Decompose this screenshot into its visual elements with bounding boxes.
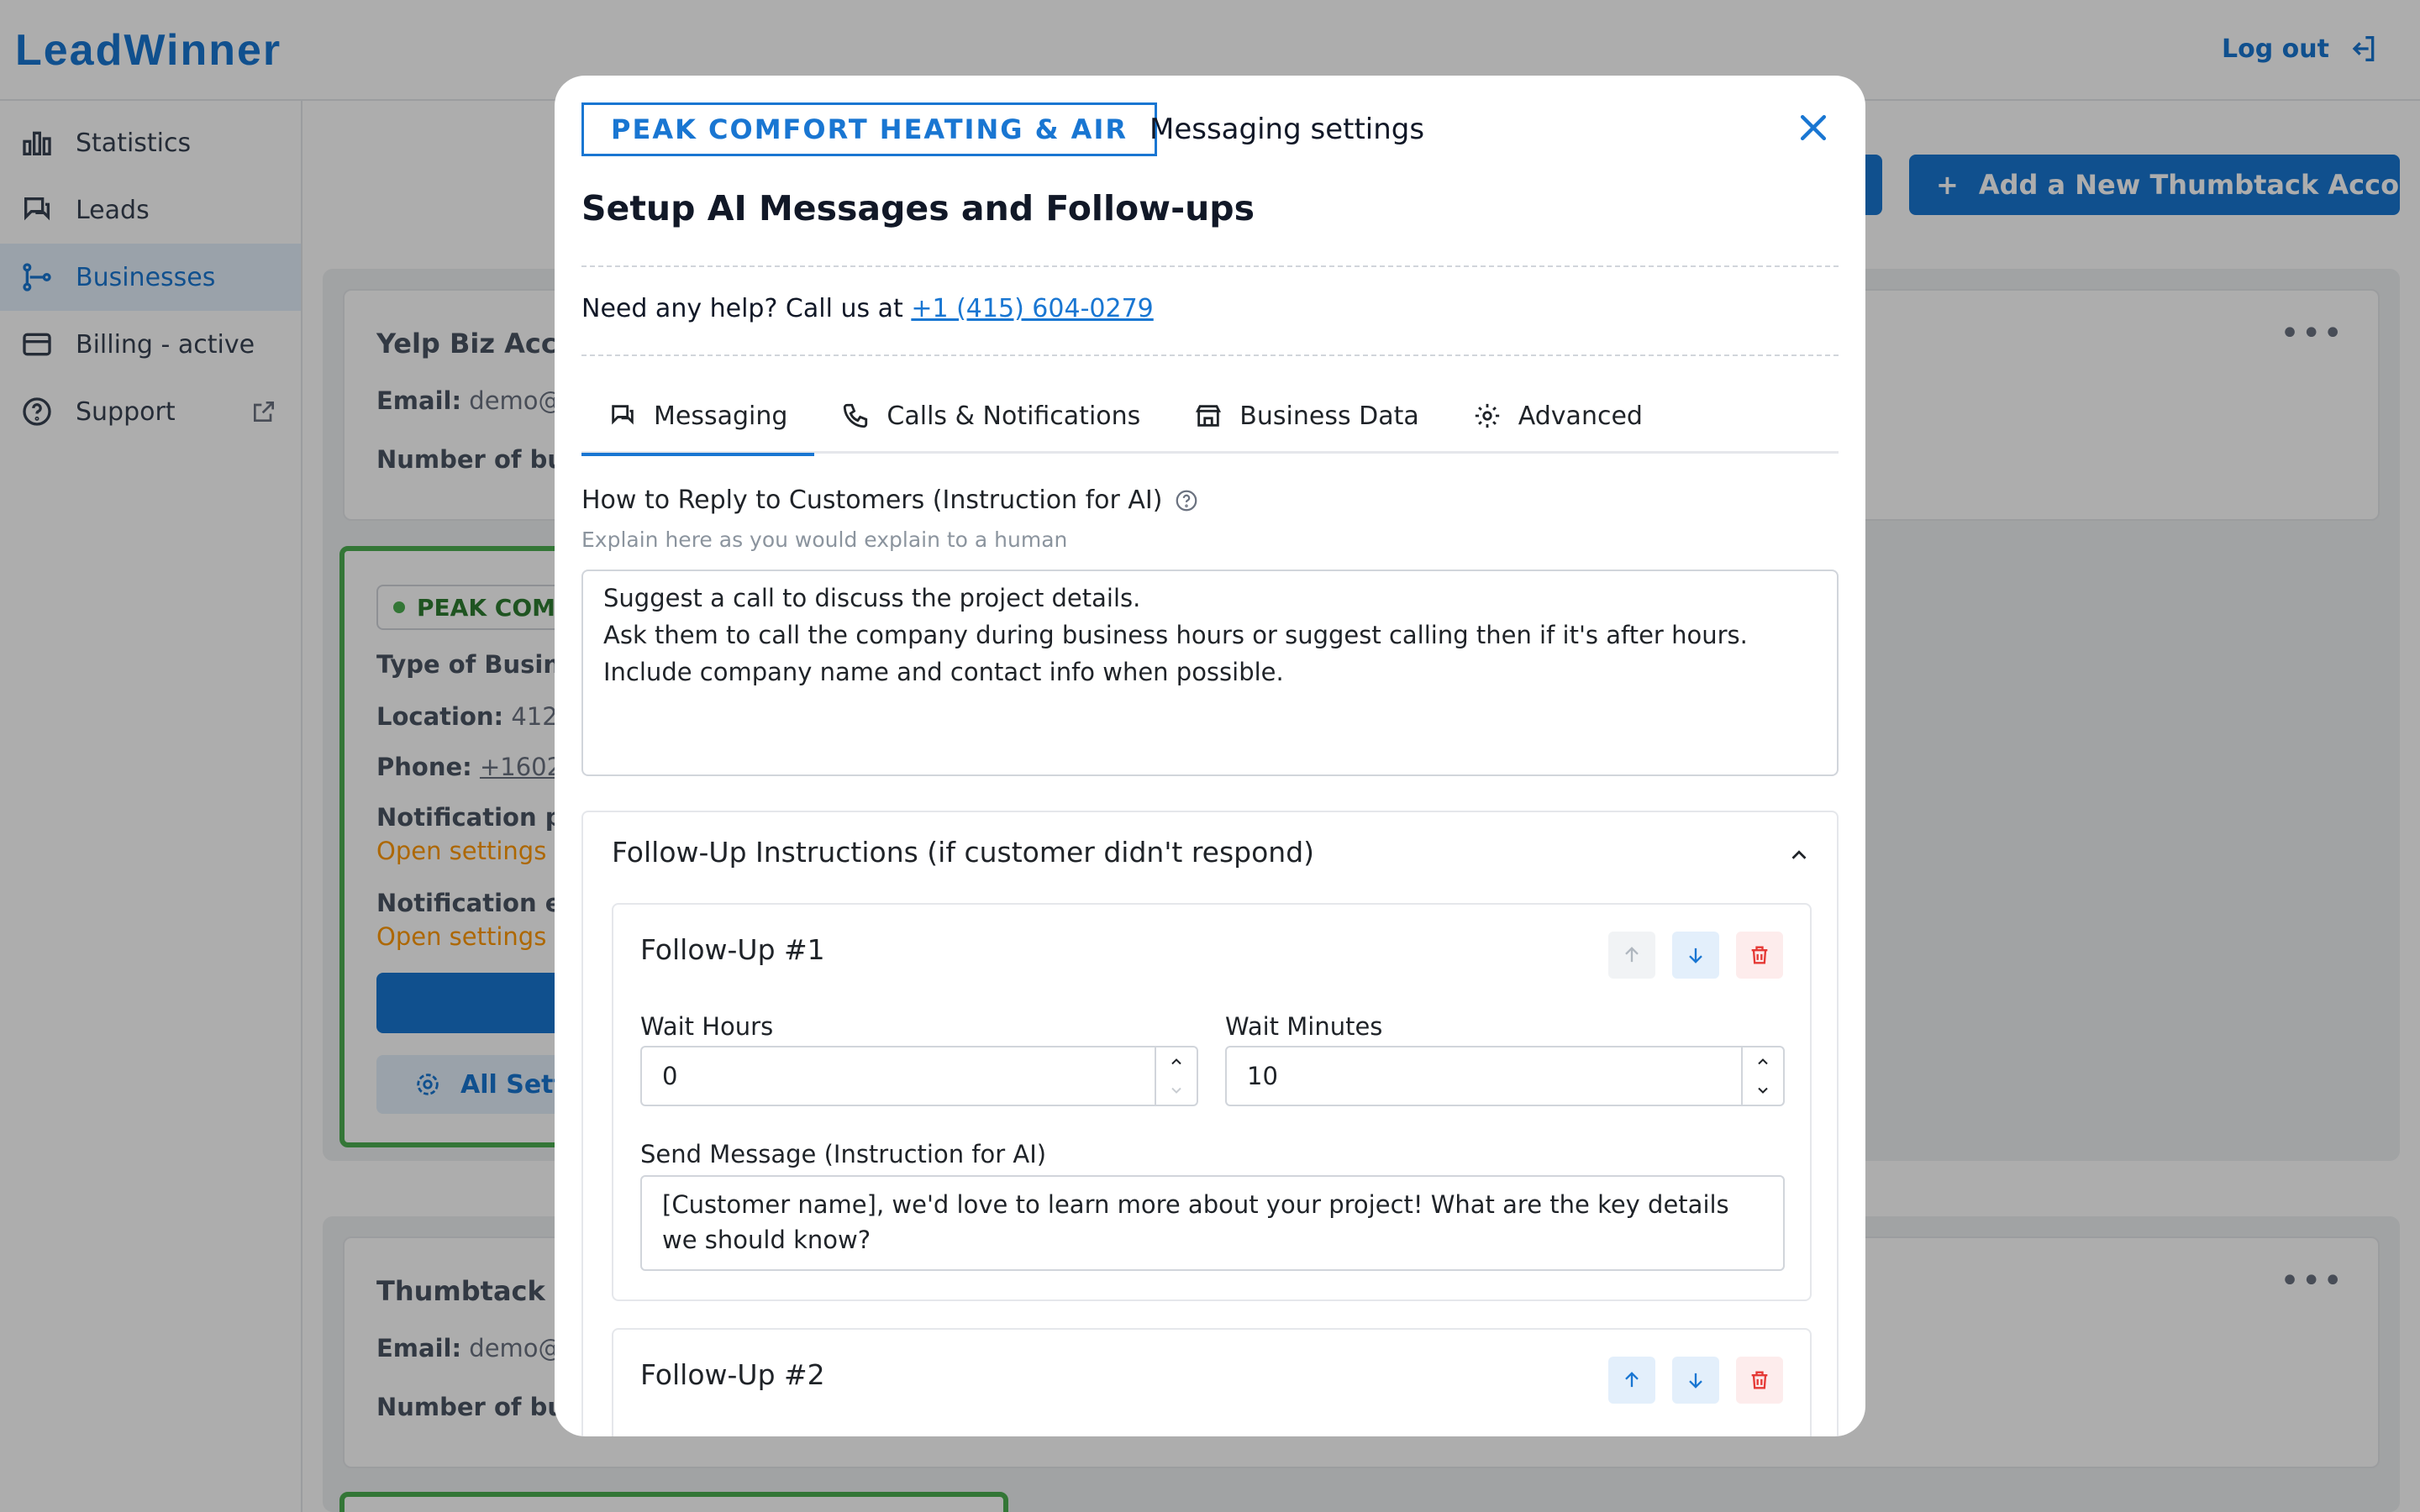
phone-icon [844, 403, 868, 428]
send-message-label: Send Message (Instruction for AI) [640, 1140, 1047, 1168]
help-text: Need any help? Call us at +1 (415) 604-0… [581, 294, 1154, 323]
close-icon[interactable] [1795, 109, 1832, 146]
divider [581, 265, 1839, 267]
divider [581, 354, 1839, 356]
modal-subtitle: Messaging settings [1150, 113, 1425, 146]
gear-icon [1475, 403, 1499, 428]
followup-title: Follow-Up #2 [640, 1358, 825, 1391]
wait-hours-input[interactable]: 0 [640, 1046, 1198, 1106]
followup-card: Follow-Up #2 [612, 1328, 1812, 1436]
chevron-up-icon [1758, 1058, 1768, 1065]
business-name-badge: PEAK COMFORT HEATING & AIR [581, 102, 1157, 156]
reply-instructions-label: How to Reply to Customers (Instruction f… [581, 486, 1199, 515]
chevron-down-icon [1758, 1087, 1768, 1094]
arrow-up-icon [1625, 947, 1639, 963]
chevron-down-icon [1171, 1087, 1181, 1094]
settings-tabs: Messaging Calls & Notifications Business… [581, 378, 1839, 456]
message-icon [612, 405, 634, 425]
move-down-button[interactable] [1672, 932, 1719, 979]
tab-calls-notifications[interactable]: Calls & Notifications [814, 378, 1167, 454]
delete-button[interactable] [1736, 932, 1783, 979]
number-stepper[interactable] [1155, 1047, 1197, 1105]
arrow-down-icon [1689, 1373, 1702, 1389]
trash-icon [1751, 1371, 1768, 1389]
tab-business-data[interactable]: Business Data [1167, 378, 1445, 454]
delete-button[interactable] [1736, 1357, 1783, 1404]
tab-advanced[interactable]: Advanced [1446, 378, 1670, 454]
wait-minutes-input[interactable]: 10 [1225, 1046, 1785, 1106]
page-title: Setup AI Messages and Follow-ups [581, 188, 1255, 228]
store-icon [1196, 405, 1222, 427]
followup-accordion: Follow-Up Instructions (if customer didn… [581, 811, 1839, 1436]
number-stepper[interactable] [1741, 1047, 1783, 1105]
help-icon[interactable] [1174, 488, 1199, 513]
tab-messaging[interactable]: Messaging [581, 378, 815, 456]
reply-instructions-hint: Explain here as you would explain to a h… [581, 528, 1068, 552]
wait-minutes-label: Wait Minutes [1225, 1012, 1383, 1041]
chevron-up-icon[interactable] [1786, 843, 1812, 868]
followup-card: Follow-Up #1 Wait Hours 0 Wait Minutes 1 [612, 903, 1812, 1301]
move-up-button[interactable] [1608, 1357, 1655, 1404]
send-message-textarea[interactable]: [Customer name], we'd love to learn more… [640, 1175, 1785, 1271]
followup-title: Follow-Up #1 [640, 933, 825, 966]
help-phone-link[interactable]: +1 (415) 604-0279 [911, 294, 1153, 323]
wait-hours-label: Wait Hours [640, 1012, 774, 1041]
arrow-up-icon [1625, 1372, 1639, 1388]
messaging-settings-modal: PEAK COMFORT HEATING & AIR Messaging set… [555, 76, 1865, 1436]
trash-icon [1751, 946, 1768, 964]
followup-accordion-header[interactable]: Follow-Up Instructions (if customer didn… [612, 836, 1314, 869]
reply-instructions-textarea[interactable]: Suggest a call to discuss the project de… [581, 570, 1839, 776]
chevron-up-icon [1171, 1058, 1181, 1065]
move-up-button[interactable] [1608, 932, 1655, 979]
arrow-down-icon [1689, 948, 1702, 963]
move-down-button[interactable] [1672, 1357, 1719, 1404]
